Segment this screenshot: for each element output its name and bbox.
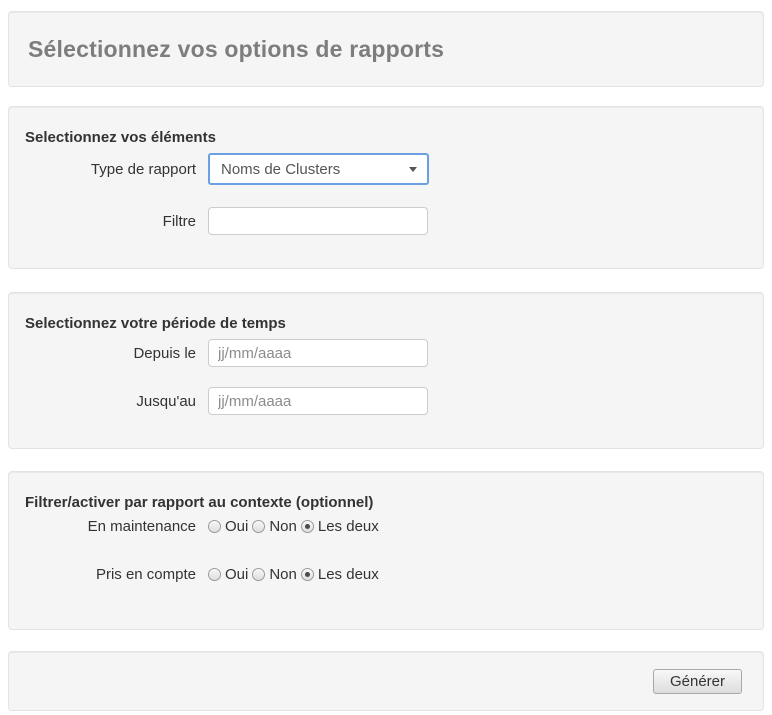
date-from-row: Depuis le: [25, 339, 747, 367]
included-oui-label[interactable]: Oui: [225, 566, 248, 583]
date-from-input[interactable]: [208, 339, 428, 367]
period-heading: Selectionnez votre période de temps: [25, 315, 747, 332]
header-panel: Sélectionnez vos options de rapports: [8, 11, 764, 87]
maintenance-oui-radio[interactable]: [208, 520, 221, 533]
date-from-label: Depuis le: [25, 345, 196, 362]
footer-panel: Générer: [8, 651, 764, 711]
maintenance-non-radio[interactable]: [252, 520, 265, 533]
date-to-input[interactable]: [208, 387, 428, 415]
period-section: Selectionnez votre période de temps Depu…: [8, 292, 764, 449]
generate-button[interactable]: Générer: [653, 669, 742, 694]
included-oui-radio[interactable]: [208, 568, 221, 581]
included-radio-group: Oui Non Les deux: [208, 566, 383, 583]
included-row: Pris en compte Oui Non Les deux: [25, 566, 747, 583]
filter-label: Filtre: [25, 213, 196, 230]
maintenance-non-label[interactable]: Non: [269, 518, 297, 535]
included-lesdeux-radio[interactable]: [301, 568, 314, 581]
date-to-row: Jusqu'au: [25, 387, 747, 415]
maintenance-lesdeux-radio[interactable]: [301, 520, 314, 533]
date-to-label: Jusqu'au: [25, 393, 196, 410]
context-section: Filtrer/activer par rapport au contexte …: [8, 471, 764, 630]
filter-row: Filtre: [25, 207, 747, 235]
report-type-select[interactable]: Noms de Clusters: [208, 153, 429, 185]
page-title: Sélectionnez vos options de rapports: [28, 36, 444, 63]
report-type-label: Type de rapport: [25, 161, 196, 178]
maintenance-radio-group: Oui Non Les deux: [208, 518, 383, 535]
maintenance-label: En maintenance: [25, 518, 196, 535]
elements-section: Selectionnez vos éléments Type de rappor…: [8, 106, 764, 269]
included-non-label[interactable]: Non: [269, 566, 297, 583]
maintenance-oui-label[interactable]: Oui: [225, 518, 248, 535]
report-options-page: Sélectionnez vos options de rapports Sel…: [0, 0, 772, 711]
maintenance-lesdeux-label[interactable]: Les deux: [318, 518, 379, 535]
maintenance-row: En maintenance Oui Non Les deux: [25, 518, 747, 535]
elements-heading: Selectionnez vos éléments: [25, 129, 747, 146]
filter-input[interactable]: [208, 207, 428, 235]
context-heading: Filtrer/activer par rapport au contexte …: [25, 494, 747, 511]
included-lesdeux-label[interactable]: Les deux: [318, 566, 379, 583]
caret-down-icon: [409, 167, 417, 172]
report-type-selected-value: Noms de Clusters: [221, 161, 340, 178]
report-type-row: Type de rapport Noms de Clusters: [25, 153, 747, 185]
included-label: Pris en compte: [25, 566, 196, 583]
included-non-radio[interactable]: [252, 568, 265, 581]
